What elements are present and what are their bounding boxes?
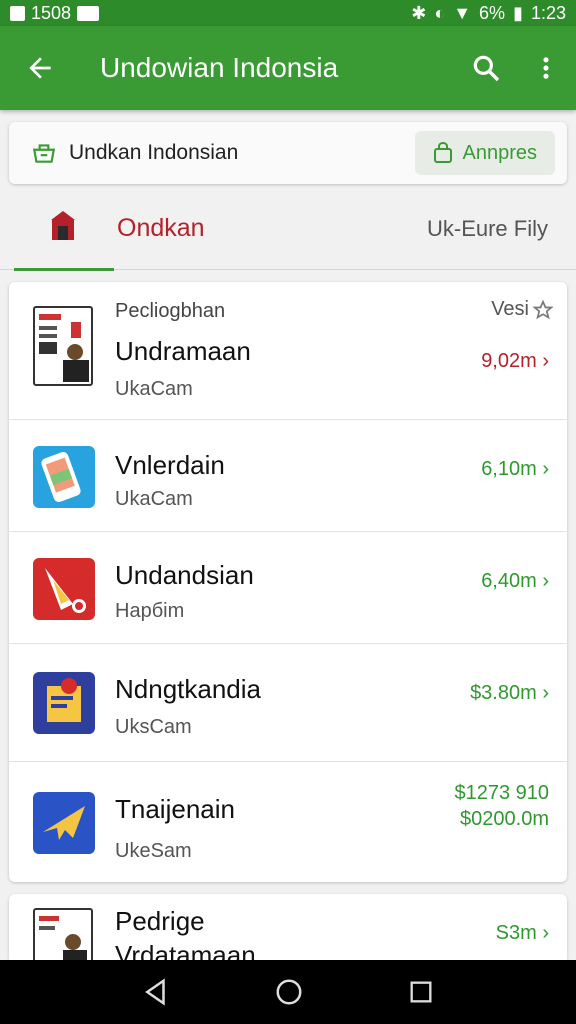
poster-icon [39, 314, 89, 382]
list-item[interactable]: Ndngtkandia UksCam $3.80m › [9, 644, 567, 762]
list-item[interactable]: Pecliogbhan Vesi Undramaan UkaCam 9,02m … [9, 282, 567, 420]
item-name: Pedrige [115, 906, 205, 936]
filter-card: Undkan Indonsian Annpres [9, 122, 567, 184]
list-header-right: Vesi [491, 298, 553, 321]
list-item[interactable]: Undandsian Hapбim 6,40m › [9, 532, 567, 644]
shop-icon [32, 144, 56, 163]
item-subtitle: Hapбim [115, 600, 185, 622]
page-title: Undowian Indonsia [100, 52, 339, 83]
sync-icon: ◐ [434, 2, 446, 23]
tab-indicator [14, 268, 114, 271]
item-name-line2: Vrdatamaan [115, 940, 256, 960]
notification-icon [10, 5, 25, 21]
tab-secondary[interactable]: Uk-Eure Fily [427, 216, 548, 242]
item-value: 6,10m › [481, 458, 549, 480]
search-icon [473, 55, 500, 82]
system-nav-bar [0, 960, 576, 1024]
status-clock: 1:23 [530, 2, 566, 23]
item-name: Tnaijenain [115, 794, 235, 824]
list-item[interactable]: Tnaijenain UkeSam $1273 910 $0200.0m [9, 762, 567, 882]
status-time-left: 1508 [31, 2, 72, 23]
item-list: Pecliogbhan Vesi Undramaan UkaCam 9,02m … [9, 282, 567, 882]
item-thumbnail [33, 672, 95, 734]
tab-bar: Ondkan Uk-Eure Fily [0, 192, 576, 271]
item-value-text: 9,02m [481, 350, 537, 372]
back-button[interactable] [0, 52, 80, 84]
tab-ondkan-label[interactable]: Ondkan [117, 214, 205, 243]
search-button[interactable] [456, 52, 516, 84]
item-value-text: S3m [495, 922, 537, 944]
more-vert-icon [543, 57, 549, 79]
item-value-line1: $1273 910 [454, 782, 549, 804]
item-value-text: $3.80m [470, 682, 537, 704]
item-thumbnail [33, 908, 93, 960]
item-thumbnail [33, 792, 95, 854]
item-value: 9,02m › [481, 350, 549, 372]
store-icon [51, 211, 75, 240]
list-header-ver: Vesi [491, 298, 529, 320]
item-thumbnail [33, 558, 95, 620]
list-item-partial[interactable]: Pedrige Vrdatamaan S3m › [9, 894, 567, 960]
item-name: Undramaan [115, 336, 251, 366]
item-thumbnail [33, 306, 93, 386]
note-app-icon [47, 678, 81, 722]
overflow-menu-button[interactable] [516, 54, 576, 82]
status-battery: 6% [479, 2, 506, 23]
item-name: Undandsian [115, 560, 254, 590]
item-name: Ndngtkandia [115, 674, 261, 704]
item-value-line2: $0200.0m [460, 808, 549, 830]
bluetooth-icon: ✱ [411, 2, 427, 23]
item-subtitle: UkaCam [115, 378, 193, 400]
nav-home-icon[interactable] [274, 977, 304, 1007]
wifi-icon: ▼ [453, 2, 472, 23]
item-value: S3m › [495, 922, 549, 944]
item-thumbnail [33, 446, 95, 508]
app-bar: Undowian Indonsia [0, 26, 576, 110]
item-value-text: 6,40m [481, 570, 537, 592]
item-subtitle: UkeSam [115, 840, 192, 862]
star-icon[interactable] [533, 299, 553, 320]
bag-icon [433, 142, 452, 163]
item-value-text: 6,10m [481, 458, 537, 480]
item-subtitle: UkaCam [115, 488, 193, 510]
item-value: $3.80m › [470, 682, 549, 704]
document-app-icon [45, 568, 86, 613]
status-bar: 1508 ✱ ◐ ▼ 6% ▮ 1:23 [0, 0, 576, 26]
battery-icon: ▮ [513, 2, 523, 23]
poster-icon [39, 916, 87, 960]
list-item[interactable]: Vnlerdain UkaCam 6,10m › [9, 420, 567, 532]
list-overline: Pecliogbhan [115, 300, 226, 322]
filter-action-button[interactable]: Annpres [414, 131, 555, 175]
item-value: 6,40m › [481, 570, 549, 592]
nav-recents-icon[interactable] [407, 978, 435, 1006]
phone-app-icon [41, 452, 81, 502]
image-notification-icon [77, 5, 100, 21]
filter-label: Undkan Indonsian [69, 141, 239, 164]
plane-app-icon [43, 806, 85, 840]
item-subtitle: UksCam [115, 716, 192, 738]
filter-action-label: Annpres [462, 141, 538, 164]
arrow-left-icon [29, 57, 51, 79]
nav-back-icon[interactable] [141, 977, 171, 1007]
item-name: Vnlerdain [115, 450, 225, 480]
